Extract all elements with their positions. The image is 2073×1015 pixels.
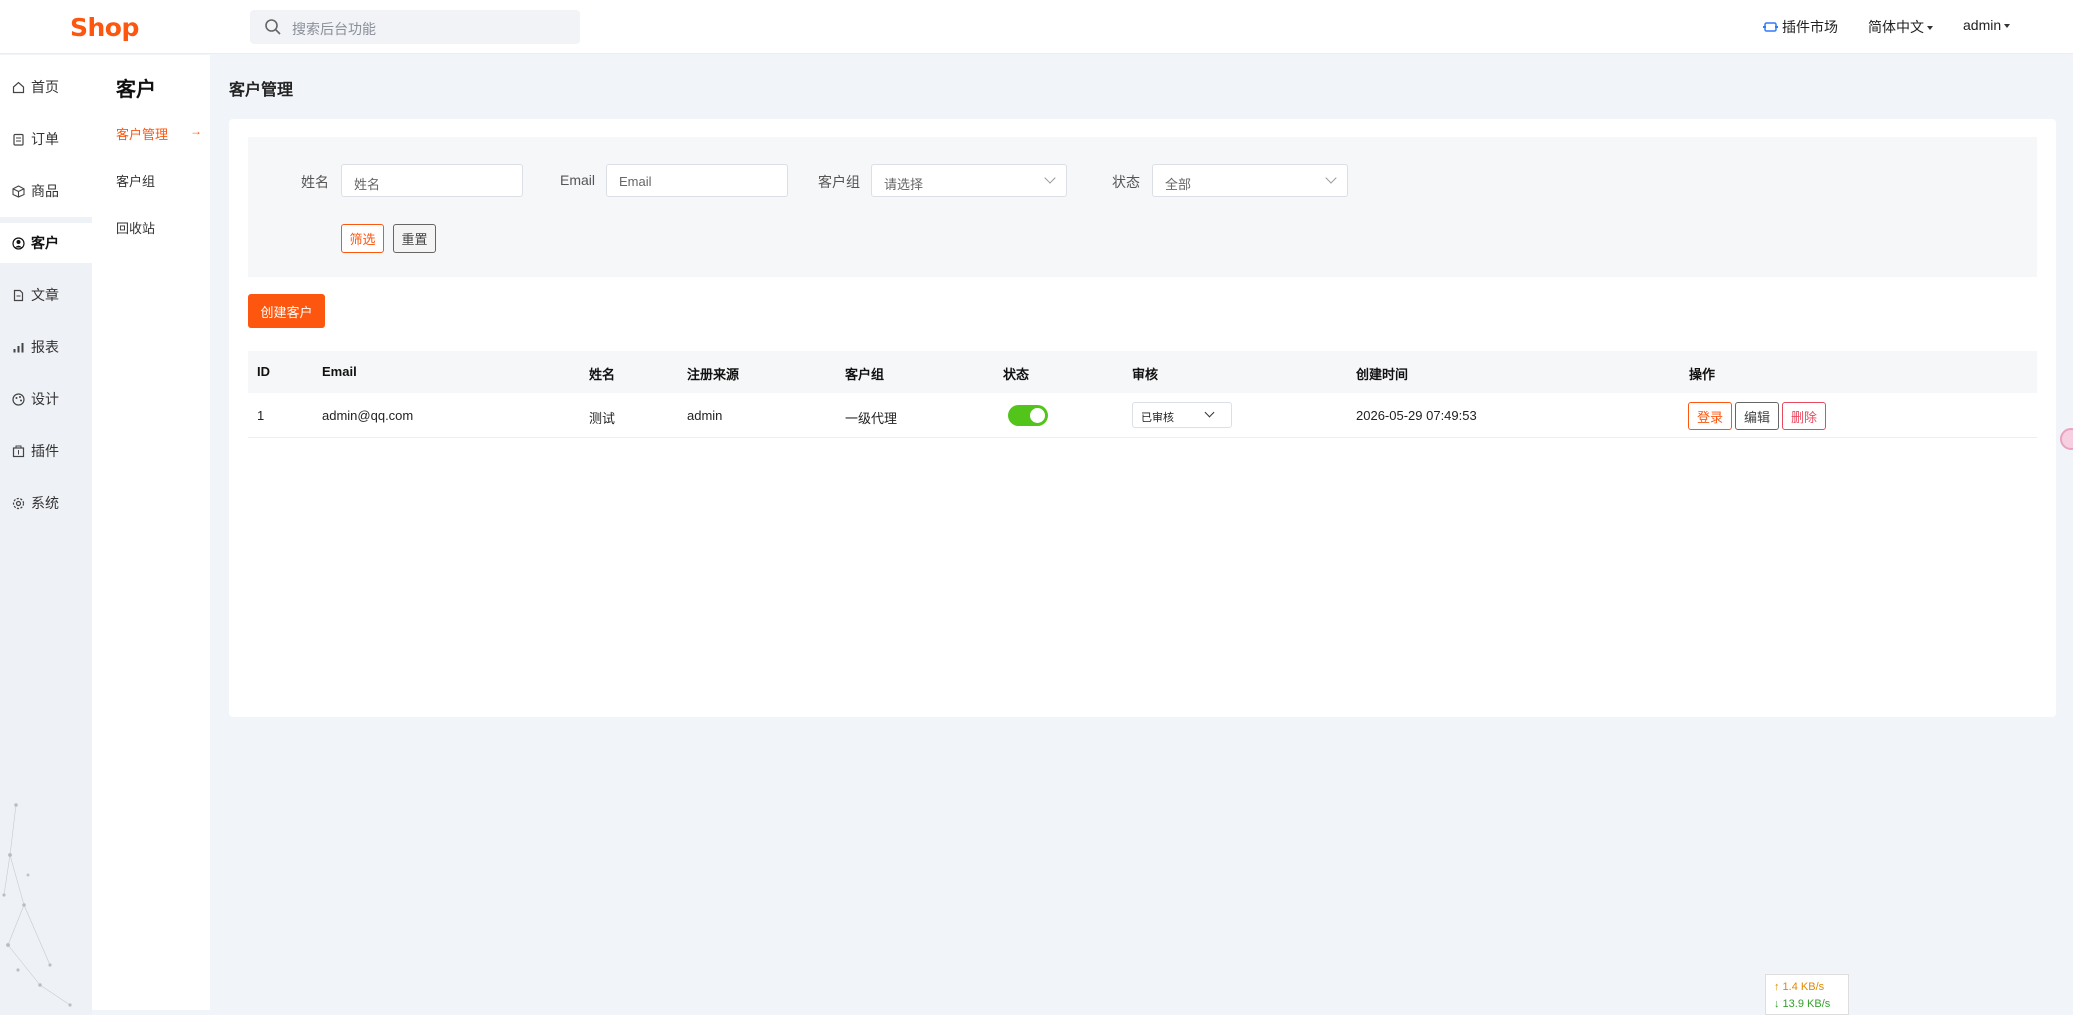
subnav-item-customer-groups[interactable]: 客户组 — [116, 171, 155, 190]
rail-item-label: 报表 — [31, 339, 59, 355]
sub-sidebar: 客户 客户管理 → 客户组 回收站 — [92, 55, 210, 1010]
rail-item-label: 系统 — [31, 495, 59, 511]
bar-chart-icon — [13, 342, 24, 352]
table-row: 1 admin@qq.com 测试 admin 一级代理 已审核 2026-05… — [248, 393, 2037, 438]
rail-item-plugins[interactable]: 插件 — [0, 431, 92, 471]
page-title: 客户管理 — [229, 82, 294, 99]
column-header: Email — [322, 364, 357, 379]
rail-item-system[interactable]: 系统 — [0, 483, 92, 523]
subnav-item-customer-management[interactable]: 客户管理 — [116, 124, 168, 143]
home-icon — [12, 81, 25, 93]
chevron-down-icon — [1044, 172, 1056, 184]
table-header: ID Email 姓名 注册来源 客户组 状态 审核 创建时间 操作 — [248, 351, 2037, 393]
subnav-item-recycle-bin[interactable]: 回收站 — [116, 218, 155, 237]
name-filter-label: 姓名 — [301, 174, 329, 190]
gear-icon — [12, 497, 25, 509]
rail-item-customers[interactable]: 客户 — [0, 223, 92, 263]
rail-item-products[interactable]: 商品 — [0, 171, 92, 211]
chevron-down-icon — [1325, 172, 1337, 184]
rail-item-articles[interactable]: 文章 — [0, 275, 92, 315]
rail-item-home[interactable]: 首页 — [0, 67, 92, 107]
rail-item-label: 插件 — [31, 443, 59, 459]
email-filter-input[interactable]: Email — [606, 164, 788, 197]
cell-id: 1 — [257, 408, 265, 423]
language-dropdown[interactable]: 简体中文 — [1868, 17, 1933, 37]
status-filter-select[interactable]: 全部 — [1152, 164, 1348, 197]
column-header: 注册来源 — [687, 367, 740, 382]
main-sidebar: 首页 订单 商品 客户 文章 报表 设计 插件 系统 — [0, 55, 92, 1015]
user-icon — [12, 236, 25, 250]
language-label: 简体中文 — [1868, 19, 1924, 35]
subnav-title: 客户 — [116, 79, 156, 101]
email-filter-label: Email — [560, 172, 596, 188]
group-filter-label: 客户组 — [818, 174, 860, 190]
plugin-market-label: 插件市场 — [1782, 19, 1838, 35]
login-button[interactable]: 登录 — [1688, 402, 1732, 430]
audit-value: 已审核 — [1141, 412, 1174, 424]
search-placeholder: 搜索后台功能 — [292, 21, 376, 37]
cell-created: 2026-05-29 07:49:53 — [1356, 408, 1477, 423]
rail-item-reports[interactable]: 报表 — [0, 327, 92, 367]
decorative-network-graphic — [2, 803, 72, 1007]
audit-select[interactable]: 已审核 — [1132, 402, 1232, 428]
user-label: admin — [1963, 17, 2002, 33]
column-header: 状态 — [1003, 367, 1030, 382]
column-header: 审核 — [1132, 367, 1159, 382]
cell-source: admin — [687, 408, 723, 423]
rail-item-label: 设计 — [31, 391, 59, 407]
box-icon — [12, 184, 25, 198]
plugin-market-icon — [1763, 22, 1778, 32]
cell-group: 一级代理 — [845, 411, 898, 426]
delete-button[interactable]: 删除 — [1782, 402, 1826, 430]
group-filter-select[interactable]: 请选择 — [871, 164, 1067, 197]
upload-speed: ↑ 1.4 KB/s — [1774, 981, 1825, 993]
group-filter-value: 请选择 — [884, 177, 924, 192]
column-header: 创建时间 — [1356, 367, 1409, 382]
filter-button[interactable]: 筛选 — [341, 224, 384, 253]
rail-item-design[interactable]: 设计 — [0, 379, 92, 419]
column-header: 姓名 — [589, 367, 616, 382]
floating-assistant-icon[interactable] — [2060, 428, 2073, 450]
user-dropdown[interactable]: admin — [1963, 17, 2011, 33]
column-header: 客户组 — [845, 367, 885, 382]
caret-down-icon — [1927, 26, 1933, 30]
status-filter-value: 全部 — [1165, 177, 1192, 192]
reset-button[interactable]: 重置 — [393, 224, 436, 253]
palette-icon — [12, 392, 25, 406]
chevron-down-icon — [1204, 407, 1215, 418]
order-icon — [13, 133, 24, 146]
status-filter-label: 状态 — [1112, 174, 1140, 190]
rail-item-label: 客户 — [31, 235, 59, 251]
network-speed-widget: ↑ 1.4 KB/s ↓ 13.9 KB/s — [1765, 974, 1849, 1015]
create-customer-button[interactable]: 创建客户 — [248, 294, 325, 328]
rail-item-label: 首页 — [31, 79, 59, 95]
filter-panel: 姓名 姓名 Email Email 客户组 请选择 状态 全部 筛选 重置 — [248, 137, 2037, 277]
arrow-right-icon: → — [190, 124, 202, 138]
top-header: Shop 搜索后台功能 插件市场 简体中文 admin — [0, 0, 2073, 54]
cell-email: admin@qq.com — [322, 408, 414, 423]
status-toggle[interactable] — [1008, 405, 1048, 426]
edit-button[interactable]: 编辑 — [1735, 402, 1779, 430]
search-icon — [265, 19, 281, 35]
column-header: 操作 — [1689, 367, 1716, 382]
name-filter-input[interactable]: 姓名 — [341, 164, 523, 197]
document-icon — [13, 289, 24, 301]
rail-item-orders[interactable]: 订单 — [0, 119, 92, 159]
rail-item-label: 商品 — [31, 183, 59, 199]
rail-item-label: 订单 — [31, 131, 59, 147]
plugin-market-link[interactable]: 插件市场 — [1763, 17, 1838, 37]
plugin-icon — [12, 445, 25, 457]
search-box[interactable]: 搜索后台功能 — [250, 10, 580, 44]
cell-name: 测试 — [589, 411, 616, 426]
logo[interactable]: Shop — [70, 13, 139, 42]
content-card: 姓名 姓名 Email Email 客户组 请选择 状态 全部 筛选 重置 创建… — [229, 119, 2056, 717]
caret-down-icon — [2004, 24, 2011, 28]
download-speed: ↓ 13.9 KB/s — [1774, 998, 1831, 1010]
rail-item-label: 文章 — [31, 287, 59, 303]
column-header: ID — [257, 364, 270, 379]
